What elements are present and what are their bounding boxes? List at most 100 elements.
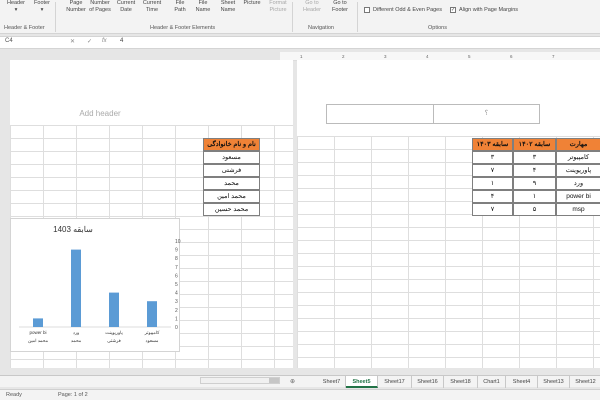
table-header[interactable]: سابقه ۱۴۰۲ xyxy=(513,138,556,151)
tab-sheet12[interactable]: Sheet12 xyxy=(570,376,600,388)
tab-sheet13[interactable]: Sheet13 xyxy=(538,376,570,388)
tab-scroll-icon[interactable]: ⊕ xyxy=(290,376,295,388)
group-separator xyxy=(357,2,358,32)
ruler-tick: 6 xyxy=(510,54,513,59)
group-separator xyxy=(55,2,56,32)
align-margins-checkbox[interactable]: ✓ Align with Page Margins xyxy=(450,7,518,13)
y-tick-label: 6 xyxy=(175,273,178,279)
y-tick-label: 10 xyxy=(175,239,181,245)
ribbon-button-6[interactable]: File Path xyxy=(168,0,192,13)
y-tick-label: 9 xyxy=(175,248,178,254)
tab-sheet16[interactable]: Sheet16 xyxy=(412,376,444,388)
ribbon-button-5[interactable]: Current Time xyxy=(140,0,164,13)
chart-svg: سابقه 1403 0 1 2 3 4 5 6 7 8 9 10 power bi محمد امین… xyxy=(19,225,181,344)
x-category-label: power bi xyxy=(29,330,46,335)
chart-bar xyxy=(147,301,157,327)
cancel-icon[interactable]: ✕ xyxy=(70,38,75,45)
table-cell[interactable]: ۳ xyxy=(513,151,556,164)
y-tick-label: 7 xyxy=(175,265,178,271)
y-tick-label: 2 xyxy=(175,308,178,314)
table-cell[interactable]: ۴ xyxy=(472,190,513,203)
table-cell-name[interactable]: مسعود xyxy=(203,151,260,164)
ribbon-button-9[interactable]: Picture xyxy=(240,0,264,7)
ribbon-button-0[interactable]: Header ▾ xyxy=(4,0,28,13)
table-header[interactable]: سابقه ۱۴۰۳ xyxy=(472,138,513,151)
table-cell[interactable]: msp xyxy=(556,203,600,216)
x-category-label: ورد xyxy=(73,330,80,336)
tab-sheet18[interactable]: Sheet18 xyxy=(444,376,478,388)
table-header[interactable]: مهارت xyxy=(556,138,600,151)
ruler-tick: 4 xyxy=(426,54,429,59)
table-cell[interactable]: ورد xyxy=(556,177,600,190)
scroll-thumb[interactable] xyxy=(269,378,279,383)
ribbon-button-4[interactable]: Current Date xyxy=(114,0,138,13)
table-header-name[interactable]: نام و نام خانوادگی xyxy=(203,138,260,151)
formula-bar: C4 ✕ ✓ fx 4 xyxy=(0,36,600,49)
ruler-tick: 3 xyxy=(384,54,387,59)
enter-icon[interactable]: ✓ xyxy=(87,38,92,45)
chart-bar xyxy=(33,318,43,327)
ribbon-button-12[interactable]: Go to Footer xyxy=(328,0,352,13)
function-icon[interactable]: fx xyxy=(102,38,107,44)
tab-sheet7[interactable]: Sheet7 xyxy=(318,376,346,388)
y-tick-label: 8 xyxy=(175,256,178,262)
tab-sheet5[interactable]: Sheet5 xyxy=(346,376,378,388)
ribbon-button-10[interactable]: Format Picture xyxy=(266,0,290,13)
ruler-tick: 7 xyxy=(552,54,555,59)
tab-sheet17[interactable]: Sheet17 xyxy=(378,376,412,388)
chart-title: سابقه 1403 xyxy=(53,225,93,234)
y-tick-label: 1 xyxy=(175,316,178,322)
chart-bar xyxy=(109,292,119,327)
table-cell[interactable]: power bi xyxy=(556,190,600,203)
add-header-placeholder[interactable]: Add header xyxy=(50,109,150,118)
ruler-tick: 2 xyxy=(342,54,345,59)
group-label-options: Options xyxy=(428,25,447,31)
table-cell[interactable]: ۵ xyxy=(513,203,556,216)
group-separator xyxy=(292,2,293,32)
table-cell[interactable]: کامپیوتر xyxy=(556,151,600,164)
ribbon-button-11[interactable]: Go to Header xyxy=(300,0,324,13)
table-cell[interactable]: ۱ xyxy=(513,190,556,203)
x-category-label: کامپیوتر xyxy=(144,330,161,336)
table-cell[interactable]: ۷ xyxy=(472,164,513,177)
x-category-label: فرشتی xyxy=(107,338,121,344)
table-cell[interactable]: ۴ xyxy=(513,164,556,177)
different-odd-even-checkbox[interactable]: Different Odd & Even Pages xyxy=(364,7,442,13)
table-cell[interactable]: ۷ xyxy=(472,203,513,216)
table-cell[interactable]: ۳ xyxy=(472,151,513,164)
group-label-navigation: Navigation xyxy=(308,25,334,31)
table-cell[interactable]: ۹ xyxy=(513,177,556,190)
table-cell[interactable]: ۱ xyxy=(472,177,513,190)
tab-sheet4[interactable]: Sheet4 xyxy=(506,376,538,388)
horizontal-scrollbar[interactable] xyxy=(200,377,280,384)
ribbon: Header ▾ Footer ▾ Page Number Number of Pag… xyxy=(0,0,600,34)
header-center-section[interactable]: ؟ xyxy=(433,104,539,124)
status-ready: Ready xyxy=(6,392,22,398)
ribbon-button-2[interactable]: Page Number xyxy=(64,0,88,13)
y-tick-label: 3 xyxy=(175,299,178,305)
status-bar: Ready Page: 1 of 2 xyxy=(0,389,600,400)
checkbox-checked-icon: ✓ xyxy=(450,7,456,13)
y-tick-label: 4 xyxy=(175,291,178,297)
ribbon-button-7[interactable]: File Name xyxy=(191,0,215,13)
name-box[interactable]: C4 xyxy=(3,38,53,48)
table-cell-name[interactable]: محمد امین xyxy=(203,190,260,203)
chart-bar xyxy=(71,249,81,327)
table-cell[interactable]: پاورپوینت xyxy=(556,164,600,177)
formula-input[interactable]: 4 xyxy=(120,38,123,44)
tab-chart1[interactable]: Chart1 xyxy=(478,376,506,388)
ruler-tick: 1 xyxy=(300,54,303,59)
ribbon-button-8[interactable]: Sheet Name xyxy=(216,0,240,13)
ribbon-button-1[interactable]: Footer ▾ xyxy=(30,0,54,13)
checkbox-label: Align with Page Margins xyxy=(459,7,519,13)
bar-chart[interactable]: سابقه 1403 0 1 2 3 4 5 6 7 8 9 10 power bi محمد امین… xyxy=(10,218,181,352)
ribbon-button-3[interactable]: Number of Pages xyxy=(88,0,112,13)
table-cell-name[interactable]: محمد حسین xyxy=(203,203,260,216)
group-label-elements: Header & Footer Elements xyxy=(150,25,216,31)
ruler-tick: 5 xyxy=(468,54,471,59)
table-cell-name[interactable]: محمد xyxy=(203,177,260,190)
sheet-tab-bar: ⊕ Sheet7 Sheet5 Sheet17 Sheet16 Sheet18 Chart… xyxy=(0,375,600,388)
x-category-label: پاورپوینت xyxy=(105,330,123,336)
table-cell-name[interactable]: فرشتی xyxy=(203,164,260,177)
group-label-header-footer: Header & Footer xyxy=(4,25,45,31)
